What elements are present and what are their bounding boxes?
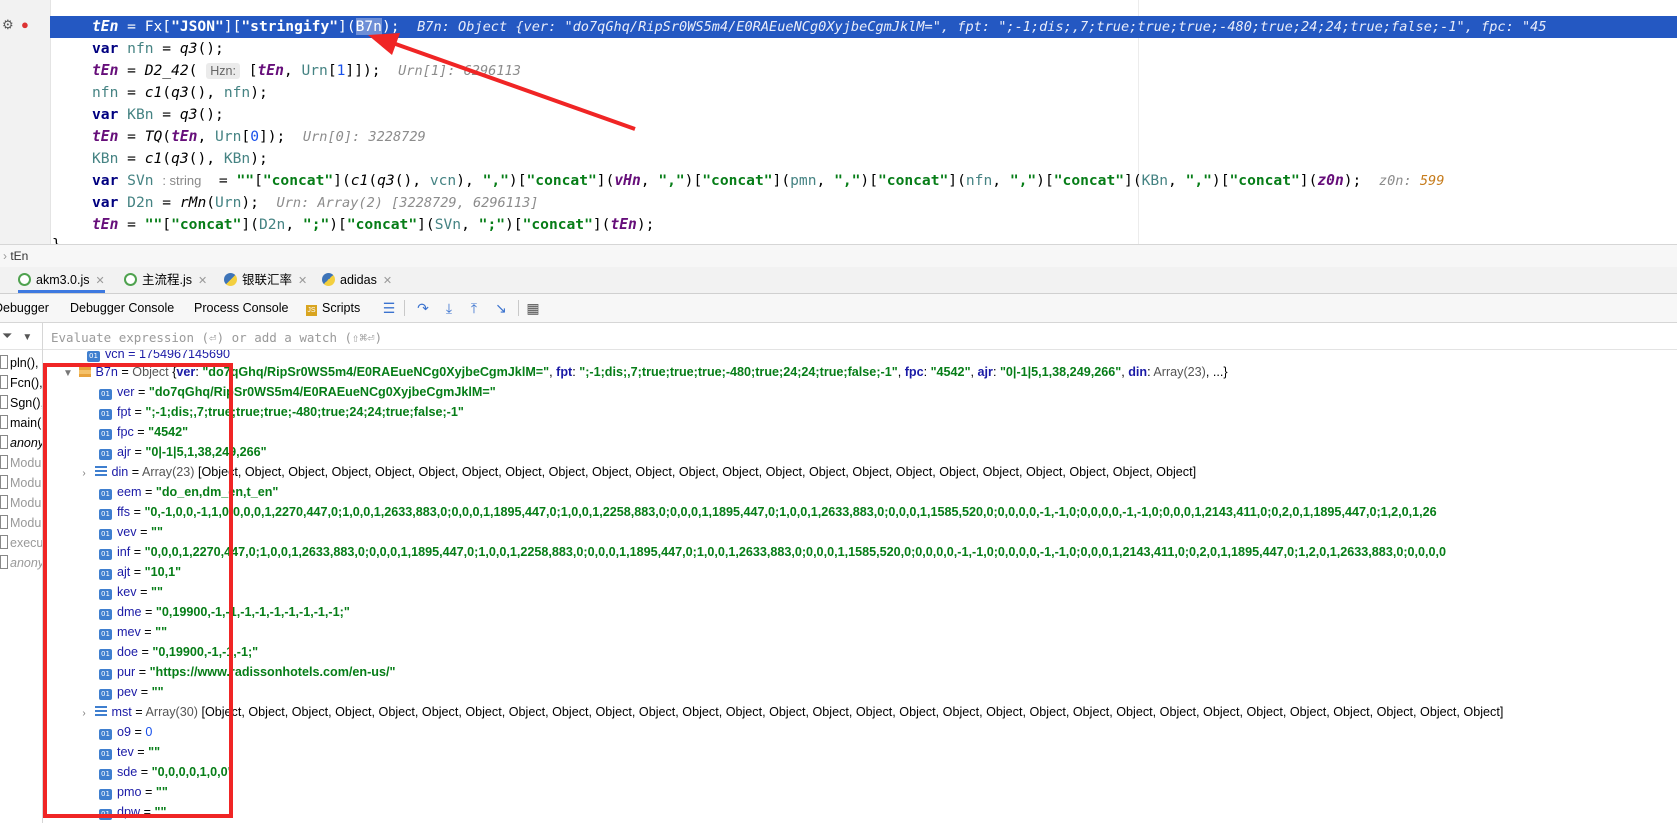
debugger-execution-icon: ⚙ xyxy=(2,17,14,32)
variable-value: "0,-1,0,0,-1,1,0;0,0,0,1,2270,447,0;1,0,… xyxy=(144,505,1437,519)
step-over-icon[interactable]: ↷ xyxy=(414,299,432,317)
code-line[interactable]: KBn = c1(q3(), KBn); xyxy=(50,148,1677,170)
frame-item[interactable]: pln(), xyxy=(0,353,38,373)
frames-header: ⏷ ▼ xyxy=(0,323,42,350)
run-tabs-bar: akm3.0.js ✕ 主流程.js ✕ 银联汇率 ✕ adidas ✕ xyxy=(0,267,1677,294)
frame-icon xyxy=(0,375,8,389)
variable-value: [Object, Object, Object, Object, Object,… xyxy=(201,705,1504,719)
variable-row-ffs[interactable]: 01 ffs = "0,-1,0,0,-1,1,0;0,0,0,1,2270,44… xyxy=(99,502,1437,522)
frame-icon xyxy=(0,475,8,489)
frame-item[interactable]: execu xyxy=(0,533,42,553)
tab-main-flow[interactable]: 主流程.js ✕ xyxy=(124,267,207,293)
code-line[interactable]: tEn = TQ(tEn, Urn[0]); Urn[0]: 3228729 xyxy=(50,126,1677,148)
evaluate-table-icon[interactable]: ▦ xyxy=(524,299,542,317)
tab-akm3[interactable]: akm3.0.js ✕ xyxy=(18,267,105,293)
breadcrumb[interactable]: › tEn xyxy=(0,244,1677,268)
field-icon: 01 xyxy=(87,351,100,362)
variable-value: [Object, Object, Object, Object, Object,… xyxy=(197,465,1197,479)
frame-icon xyxy=(0,555,8,569)
frame-item[interactable]: Modu xyxy=(0,473,41,493)
menu-lines-icon[interactable]: ☰ xyxy=(380,299,398,317)
variable-row-root[interactable]: ▼ B7n = Object {ver: "do7qGhq/RipSr0WS5m… xyxy=(61,362,1228,382)
frame-icon xyxy=(0,415,8,429)
inline-value-z0n: z0n: 599 xyxy=(1378,173,1445,189)
frame-icon xyxy=(0,355,8,369)
close-icon[interactable]: ✕ xyxy=(383,275,392,287)
code-editor[interactable]: ⚙ ● tEn = Fx["JSON"]["stringify"](B7n); … xyxy=(0,0,1677,244)
code-line[interactable]: nfn = c1(q3(), nfn); xyxy=(50,82,1677,104)
frame-icon xyxy=(0,495,8,509)
parameter-hint: Hzn: xyxy=(206,63,240,79)
variable-row-inf[interactable]: 01 inf = "0,0,0,1,2270,447,0;1,0,0,1,2633… xyxy=(99,542,1446,562)
toolbar-separator xyxy=(404,300,405,316)
js-file-icon xyxy=(124,273,137,286)
toolbar-separator xyxy=(518,300,519,316)
close-icon[interactable]: ✕ xyxy=(96,275,105,287)
chevron-down-icon[interactable]: ▼ xyxy=(22,332,32,343)
variable-row-din[interactable]: › din = Array(23) [Object, Object, Objec… xyxy=(77,462,1196,482)
frame-item[interactable]: Modu xyxy=(0,513,41,533)
code-line[interactable]: var nfn = q3(); xyxy=(50,38,1677,60)
tab-adidas[interactable]: adidas ✕ xyxy=(322,267,392,293)
frame-item[interactable]: anony xyxy=(0,433,42,453)
frame-item[interactable]: Fcn(), xyxy=(0,373,42,393)
frame-icon xyxy=(0,435,8,449)
frame-item[interactable]: anony xyxy=(0,553,42,573)
js-file-icon xyxy=(18,273,31,286)
code-line[interactable]: var KBn = q3(); xyxy=(50,104,1677,126)
tab-unionpay-rate[interactable]: 银联汇率 ✕ xyxy=(224,267,307,293)
inline-value-Urn0: Urn[0]: 3228729 xyxy=(302,129,426,145)
python-file-icon xyxy=(322,273,335,286)
red-highlight-box xyxy=(43,363,233,818)
frame-icon xyxy=(0,515,8,529)
inline-value-Urn1: Urn[1]: 6296113 xyxy=(398,63,521,79)
python-file-icon xyxy=(224,273,237,286)
js-file-icon: JS xyxy=(306,305,317,316)
code-line-closing: } xyxy=(50,234,1677,244)
chevron-right-icon: › xyxy=(3,249,7,263)
evaluate-expression-input[interactable] xyxy=(49,326,1553,348)
frame-item[interactable]: main( xyxy=(0,413,41,433)
filter-icon[interactable]: ⏷ xyxy=(2,328,12,343)
frame-icon xyxy=(0,395,8,409)
frame-icon xyxy=(0,535,8,549)
frames-panel: ⏷ ▼ pln(), Fcn(), Sgn(), main( anony Modu… xyxy=(0,323,43,823)
tab-debugger[interactable]: Debugger xyxy=(0,294,49,322)
type-hint: : string xyxy=(162,173,202,188)
tab-scripts[interactable]: JS Scripts xyxy=(306,294,360,322)
breadcrumb-item[interactable]: tEn xyxy=(10,249,28,263)
variables-tree: 01 vcn = 1754967145690 ▼ B7n = Object {ve… xyxy=(43,350,1677,823)
close-icon[interactable]: ✕ xyxy=(298,275,307,287)
frame-item[interactable]: Sgn(), xyxy=(0,393,42,413)
breakpoint-icon[interactable]: ● xyxy=(21,18,29,32)
debugger-toolbar: Debugger Debugger Console Process Consol… xyxy=(0,294,1677,323)
code-line[interactable]: var SVn : string = ""["concat"](c1(q3(),… xyxy=(50,170,1677,192)
editor-gutter: ⚙ ● xyxy=(0,0,51,244)
run-to-cursor-icon[interactable]: ↘ xyxy=(492,299,510,317)
step-into-icon[interactable]: ⤓ xyxy=(440,299,458,317)
inline-value-B7n: B7n: Object {ver: "do7qGhq/RipSr0WS5m4/E… xyxy=(417,19,1547,35)
inline-value-Urn: Urn: Array(2) [3228729, 6296113] xyxy=(276,195,539,211)
evaluate-bar xyxy=(43,323,1677,350)
tab-process-console[interactable]: Process Console xyxy=(194,294,289,322)
frame-icon xyxy=(0,455,8,469)
frame-item[interactable]: Modu xyxy=(0,493,41,513)
tab-debugger-console[interactable]: Debugger Console xyxy=(70,294,174,322)
code-line[interactable]: tEn = D2_42( Hzn: [tEn, Urn[1]]); Urn[1]… xyxy=(50,60,1677,82)
variable-value: "0,0,0,1,2270,447,0;1,0,0,1,2633,883,0;0… xyxy=(144,545,1447,559)
frame-item[interactable]: Modu xyxy=(0,453,41,473)
variable-row-mst[interactable]: › mst = Array(30) [Object, Object, Objec… xyxy=(77,702,1503,722)
close-icon[interactable]: ✕ xyxy=(198,275,207,287)
code-line[interactable]: tEn = ""["concat"](D2n, ";")["concat"](S… xyxy=(50,214,1677,236)
code-line-current[interactable]: tEn = Fx["JSON"]["stringify"](B7n); B7n:… xyxy=(50,16,1677,38)
code-line[interactable]: var D2n = rMn(Urn); Urn: Array(2) [32287… xyxy=(50,192,1677,214)
step-out-icon[interactable]: ⤒ xyxy=(465,299,483,317)
